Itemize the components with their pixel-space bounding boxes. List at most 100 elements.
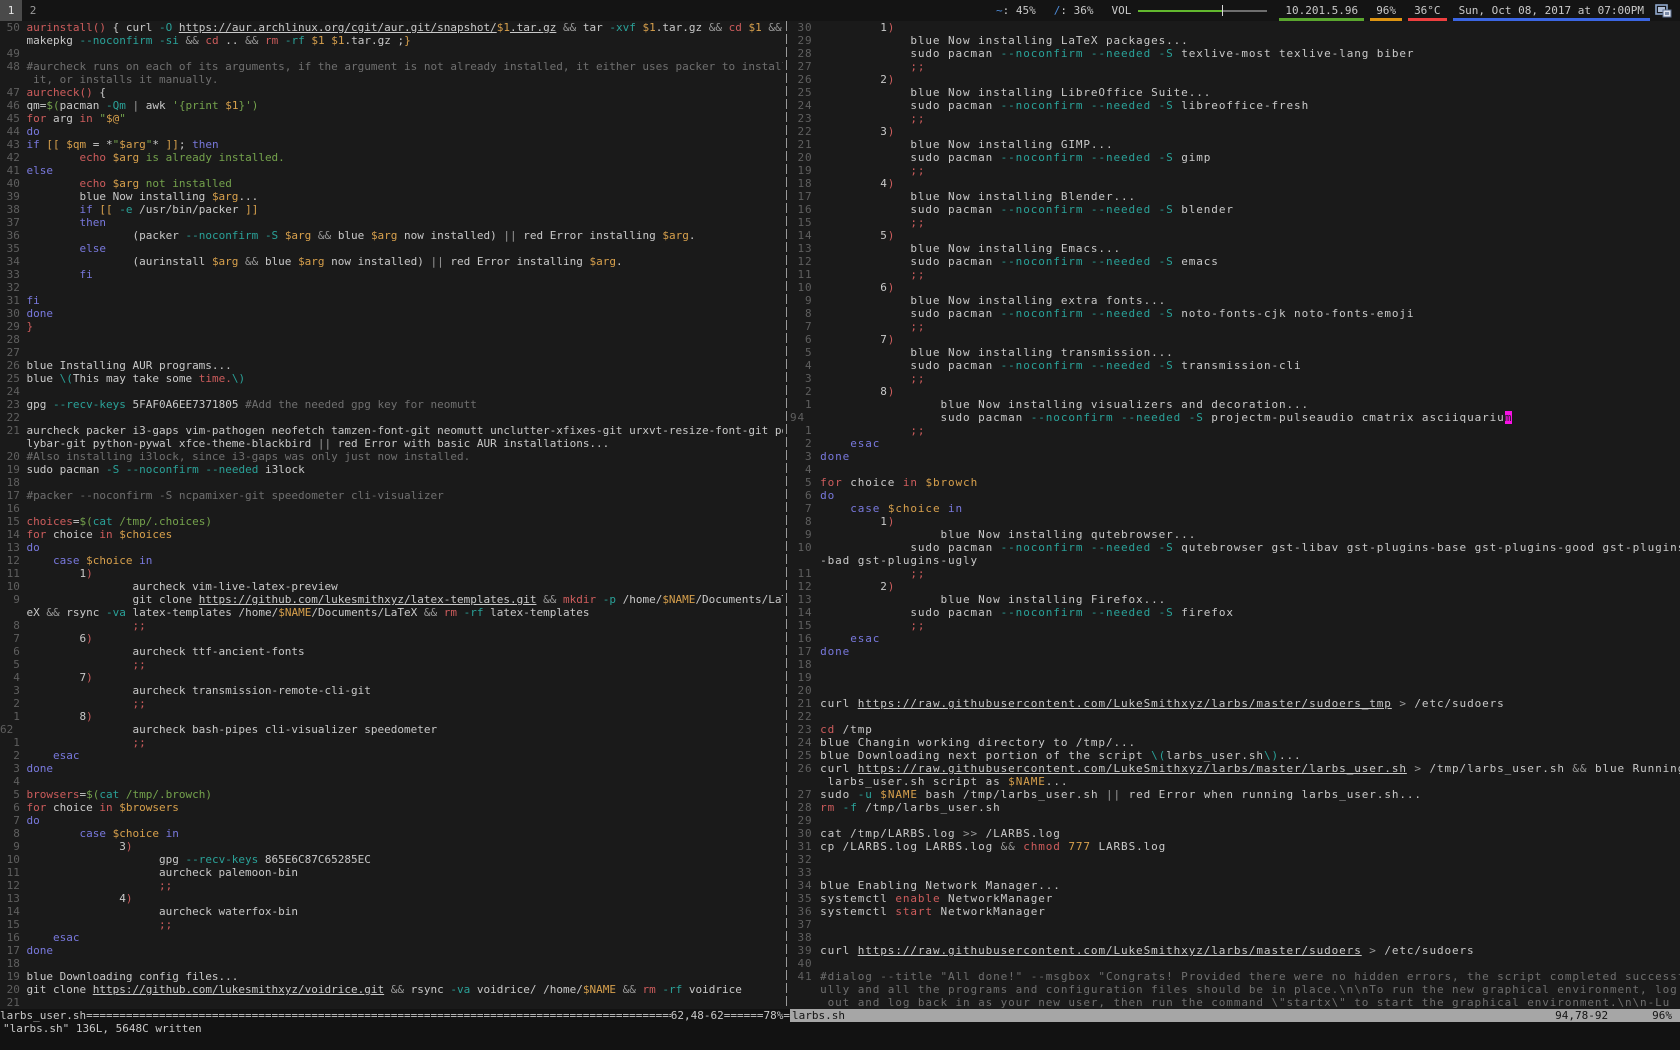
volume-slider[interactable]	[1138, 5, 1267, 16]
code-row: 9 3)	[0, 840, 783, 853]
code-row: 8 sudo pacman --noconfirm --needed -S no…	[790, 307, 1680, 320]
vertical-split-separator[interactable]	[783, 21, 790, 1009]
code-row: 38	[790, 931, 1680, 944]
code-row: 3 aurcheck transmission-remote-cli-git	[0, 684, 783, 697]
code-row: 4 7)	[0, 671, 783, 684]
memory-underline	[1370, 18, 1402, 21]
workspace-tag-2[interactable]: 2	[22, 0, 44, 21]
system-tray[interactable]	[1653, 0, 1674, 21]
right-pane-code[interactable]: 30 1) 29 blue Now installing LaTeX packa…	[790, 21, 1680, 1009]
code-row: 7 ;;	[790, 320, 1680, 333]
code-row: 42 echo $arg is already installed.	[0, 151, 783, 164]
code-row: 18 4)	[790, 177, 1680, 190]
code-row: 40 echo $arg not installed	[0, 177, 783, 190]
code-row: 46 qm=$(pacman -Qm | awk '{print $1}')	[0, 99, 783, 112]
memory-usage: 96%	[1367, 0, 1405, 21]
vim-statusline-row: larbs_user.sh===========================…	[0, 1009, 1680, 1022]
code-row: 1 ;;	[0, 736, 783, 749]
code-row: 11 ;;	[790, 268, 1680, 281]
date-time: Sun, Oct 08, 2017 at 07:00PM	[1450, 0, 1653, 21]
code-row: 20	[790, 684, 1680, 697]
bar-status-modules: ~: 45% /: 36% VOL 10.201.5.96 96% 36°C S…	[987, 0, 1680, 21]
code-row: 22	[790, 710, 1680, 723]
code-row: 1 8)	[0, 710, 783, 723]
code-row: 4	[0, 775, 783, 788]
code-row: 15 ;;	[790, 216, 1680, 229]
code-row: 15 ;;	[790, 619, 1680, 632]
volume-label: VOL	[1111, 4, 1131, 17]
code-row: 33	[790, 866, 1680, 879]
home-icon: ~	[996, 4, 1003, 17]
ip-address: 10.201.5.96	[1276, 0, 1367, 21]
statusline-left-percent: 78%	[764, 1009, 784, 1022]
volume-fill	[1138, 10, 1222, 12]
code-row: 7 do	[0, 814, 783, 827]
disk-home-usage: ~: 45%	[987, 0, 1045, 21]
code-row: 23 gpg --recv-keys 5FAF0A6EE7371805 #Add…	[0, 398, 783, 411]
workspace-tag-1[interactable]: 1	[0, 0, 22, 21]
statusline-active: larbs.sh94,78-9296%	[790, 1009, 1680, 1022]
root-icon: /	[1054, 4, 1061, 17]
code-row: 34 blue Enabling Network Manager...	[790, 879, 1680, 892]
code-row: 15 choices=$(cat /tmp/.choices)	[0, 515, 783, 528]
code-row: 36 systemctl start NetworkManager	[790, 905, 1680, 918]
code-row: 20 sudo pacman --noconfirm --needed -S g…	[790, 151, 1680, 164]
code-row: eX && rsync -va latex-templates /home/$N…	[0, 606, 783, 619]
code-row: 21 blue Now installing GIMP...	[790, 138, 1680, 151]
code-row: 19	[790, 671, 1680, 684]
code-row: 13 4)	[0, 892, 783, 905]
code-row: 9 blue Now installing extra fonts...	[790, 294, 1680, 307]
ip-underline	[1279, 18, 1364, 21]
code-row: 7 6)	[0, 632, 783, 645]
left-pane-code[interactable]: 50 aurinstall() { curl -O https://aur.ar…	[0, 21, 783, 1009]
code-row: 27 sudo -u $NAME bash /tmp/larbs_user.sh…	[790, 788, 1680, 801]
statusline-right-filename: larbs.sh	[792, 1009, 845, 1022]
code-row: 41 #dialog --title "All done!" --msgbox …	[790, 970, 1680, 983]
code-row: 14 sudo pacman --noconfirm --needed -S f…	[790, 606, 1680, 619]
code-row: 12 2)	[790, 580, 1680, 593]
code-row: 2 esac	[0, 749, 783, 762]
code-row: 23 cd /tmp	[790, 723, 1680, 736]
code-row: 11 aurcheck palemoon-bin	[0, 866, 783, 879]
code-row: 29 blue Now installing LaTeX packages...	[790, 34, 1680, 47]
code-row: 9 git clone https://github.com/lukesmith…	[0, 593, 783, 606]
code-row: 3 done	[790, 450, 1680, 463]
code-row: 32	[0, 281, 783, 294]
statusline-left-ruler: 62,48-62	[671, 1009, 724, 1022]
code-row: 12 case $choice in	[0, 554, 783, 567]
code-row: 27	[0, 346, 783, 359]
statusline-right-ruler: 94,78-92	[1555, 1009, 1608, 1022]
code-row: 41 else	[0, 164, 783, 177]
code-row: 18	[0, 957, 783, 970]
code-row: 30 done	[0, 307, 783, 320]
code-row: 12 sudo pacman --noconfirm --needed -S e…	[790, 255, 1680, 268]
datetime-underline	[1453, 18, 1650, 21]
code-row: 47 aurcheck() {	[0, 86, 783, 99]
code-row: 33 fi	[0, 268, 783, 281]
code-row: larbs_user.sh script as $NAME...	[790, 775, 1680, 788]
code-row: 20 git clone https://github.com/lukesmit…	[0, 983, 783, 996]
code-row: 11 ;;	[790, 567, 1680, 580]
code-row: 15 ;;	[0, 918, 783, 931]
code-row: -bad gst-plugins-ugly	[790, 554, 1680, 567]
code-row: 13 do	[0, 541, 783, 554]
code-row: 4	[790, 463, 1680, 476]
code-row: 19 blue Downloading config files...	[0, 970, 783, 983]
monitor-icon	[1655, 3, 1672, 19]
code-row: 16 esac	[0, 931, 783, 944]
code-row: 16 sudo pacman --noconfirm --needed -S b…	[790, 203, 1680, 216]
code-row: 35 else	[0, 242, 783, 255]
code-row: lybar-git python-pywal xfce-theme-blackb…	[0, 437, 783, 450]
code-row: 34 (aurinstall $arg && blue $arg now ins…	[0, 255, 783, 268]
volume-module: VOL	[1102, 0, 1276, 21]
code-row: 14 for choice in $choices	[0, 528, 783, 541]
code-row: 39 blue Now installing $arg...	[0, 190, 783, 203]
code-row: 40	[790, 957, 1680, 970]
code-row: 43 if [[ $qm = *"$arg"* ]]; then	[0, 138, 783, 151]
code-row: 45 for arg in "$@"	[0, 112, 783, 125]
disk-root-usage: /: 36%	[1045, 0, 1103, 21]
code-row: 30 cat /tmp/LARBS.log >> /LARBS.log	[790, 827, 1680, 840]
code-row: 39 curl https://raw.githubusercontent.co…	[790, 944, 1680, 957]
code-row: 10 aurcheck vim-live-latex-preview	[0, 580, 783, 593]
code-row: 22	[0, 411, 783, 424]
